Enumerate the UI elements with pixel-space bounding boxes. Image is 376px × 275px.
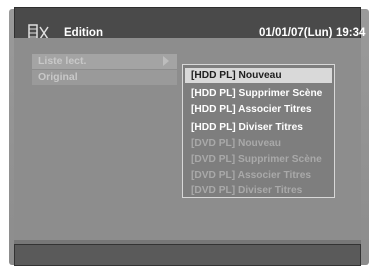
- chevron-right-icon: [163, 56, 169, 66]
- submenu-item-dvd-associer-titres: [DVD PL] Associer Titres: [191, 170, 312, 181]
- submenu: [HDD PL] Nouveau [HDD PL] Supprimer Scèn…: [182, 64, 335, 198]
- menu-item-liste-lect[interactable]: Liste lect.: [32, 54, 177, 69]
- submenu-item-dvd-nouveau: [DVD PL] Nouveau: [191, 138, 281, 149]
- menu-item-original[interactable]: Original: [32, 70, 177, 85]
- submenu-item-dvd-supprimer-scene: [DVD PL] Supprimer Scène: [191, 154, 322, 165]
- screen: Edition 01/01/07(Lun) 19:34 Liste lect. …: [0, 0, 376, 275]
- status-bar: [14, 244, 361, 266]
- submenu-item-hdd-supprimer-scene[interactable]: [HDD PL] Supprimer Scène: [191, 86, 322, 101]
- submenu-item-hdd-associer-titres[interactable]: [HDD PL] Associer Titres: [191, 102, 312, 117]
- submenu-item-dvd-diviser-titres: [DVD PL] Diviser Titres: [191, 185, 303, 196]
- left-menu: Liste lect. Original: [32, 54, 177, 90]
- submenu-item-hdd-nouveau[interactable]: [HDD PL] Nouveau: [185, 68, 332, 83]
- submenu-item-hdd-diviser-titres[interactable]: [HDD PL] Diviser Titres: [191, 120, 303, 135]
